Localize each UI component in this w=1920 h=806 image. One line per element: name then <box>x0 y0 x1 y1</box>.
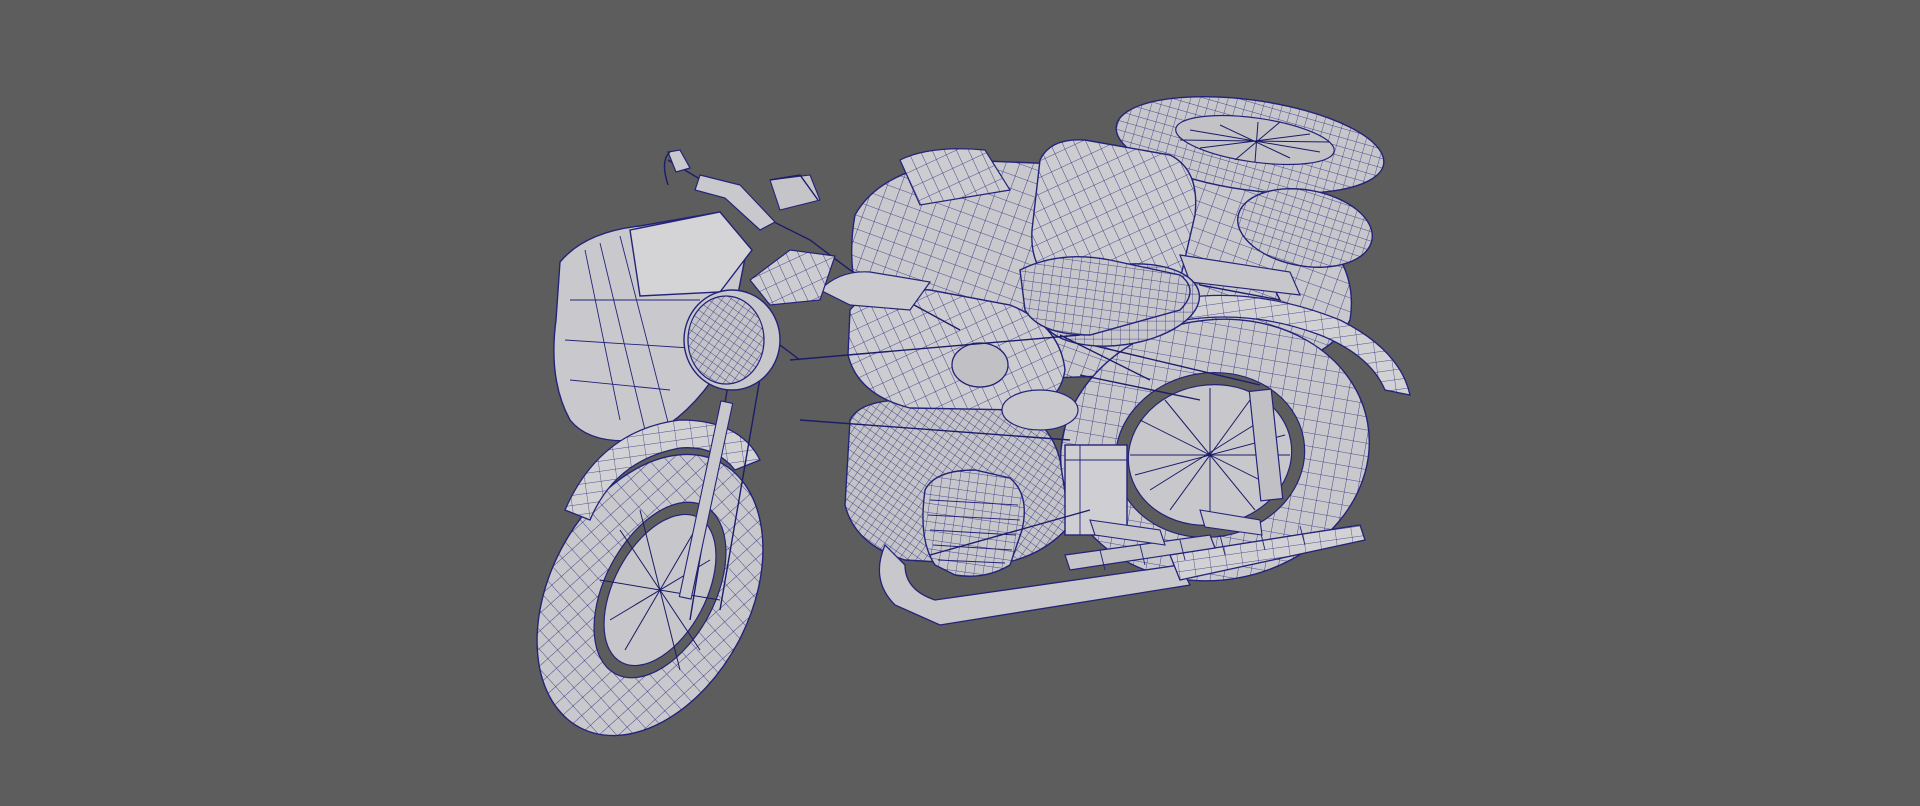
3d-viewport[interactable] <box>0 0 1920 806</box>
wireframe-model[interactable] <box>0 0 1920 806</box>
headlight <box>683 289 781 391</box>
front-wheel <box>536 419 764 737</box>
